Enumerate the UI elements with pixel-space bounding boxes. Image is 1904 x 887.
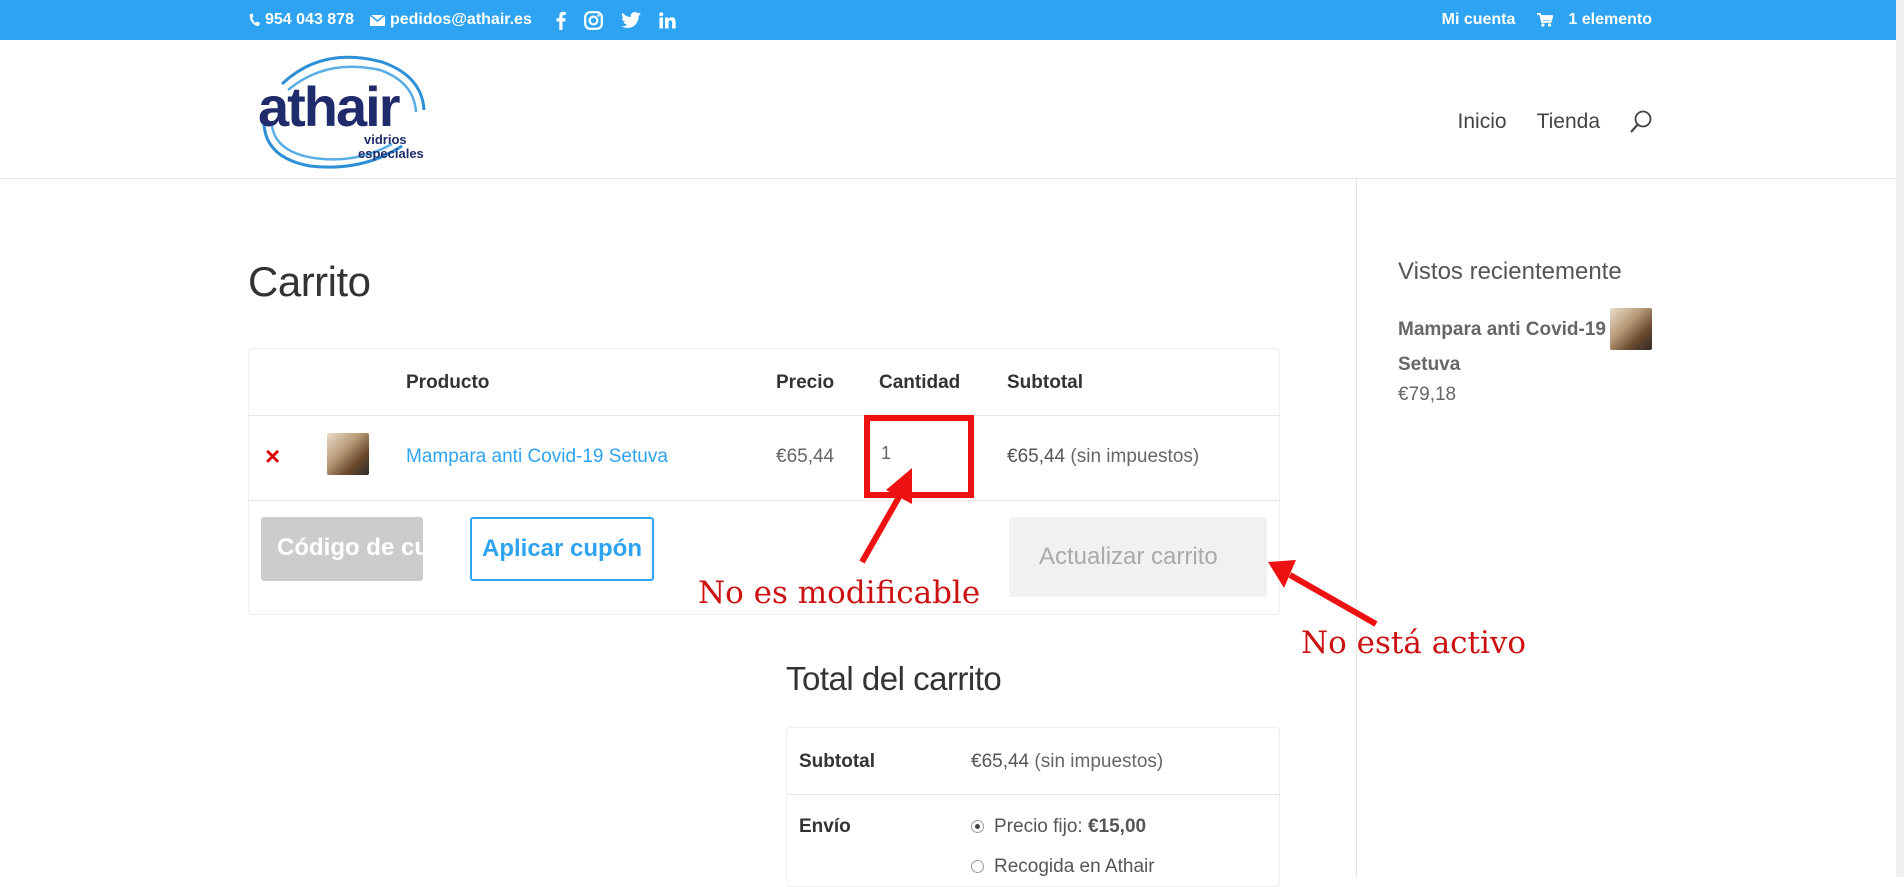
sidebar-product-price: €79,18 [1398, 384, 1457, 405]
totals-subtotal-value: €65,44 (sin impuestos) [971, 751, 1163, 773]
totals-tax-note: (sin impuestos) [1034, 751, 1164, 772]
shipping-option-flat[interactable]: Precio fijo: €15,00 [971, 816, 1146, 838]
shipping-flat-price: €15,00 [1087, 816, 1147, 837]
cart-totals-table: Subtotal €65,44 (sin impuestos) Envío Pr… [786, 727, 1280, 887]
sidebar-title: Vistos recientemente [1398, 258, 1622, 285]
annotation-arrow-quantity [859, 468, 912, 564]
annotation-not-active: No está activo [1301, 625, 1527, 661]
shipping-pickup-text: Recogida en Athair [994, 856, 1155, 877]
annotation-arrow-update [1268, 560, 1378, 627]
sidebar-product-thumbnail[interactable] [1610, 308, 1652, 350]
totals-subtotal-amount: €65,44 [971, 751, 1030, 772]
totals-subtotal-row: Subtotal €65,44 (sin impuestos) [787, 728, 1279, 795]
cart-totals-title: Total del carrito [786, 660, 1002, 697]
annotation-not-editable: No es modificable [698, 575, 981, 611]
shipping-label: Envío [799, 816, 851, 837]
scrollbar[interactable] [1896, 0, 1904, 877]
shipping-option-pickup[interactable]: Recogida en Athair [971, 856, 1155, 878]
sidebar-product-link[interactable]: Mampara anti Covid-19 Setuva [1398, 312, 1608, 382]
shipping-flat-text: Precio fijo: [994, 816, 1083, 837]
totals-subtotal-label: Subtotal [799, 751, 875, 772]
shipping-flat-radio[interactable] [971, 820, 984, 834]
shipping-pickup-radio[interactable] [971, 860, 984, 874]
